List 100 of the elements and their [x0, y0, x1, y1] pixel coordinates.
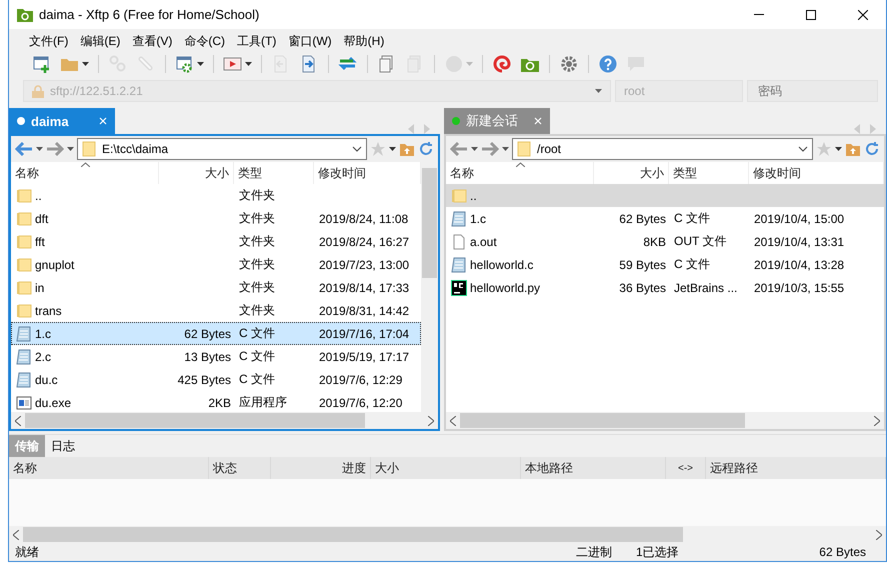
- column-header[interactable]: 类型: [234, 162, 314, 184]
- file-size: 62 Bytes: [184, 326, 231, 340]
- dropdown-icon[interactable]: [67, 147, 74, 151]
- column-header[interactable]: 大小: [159, 162, 234, 184]
- file-row[interactable]: trans 文件夹 2019/8/31, 14:42: [11, 299, 421, 322]
- column-header[interactable]: <->: [666, 457, 706, 479]
- file-row[interactable]: gnuplot 文件夹 2019/7/23, 13:00: [11, 253, 421, 276]
- file-row[interactable]: .. 文件夹: [11, 184, 421, 207]
- app-icon: [17, 8, 33, 22]
- horizontal-scrollbar[interactable]: [11, 412, 438, 429]
- file-name: helloworld.py: [470, 280, 540, 294]
- panel-tab[interactable]: 日志: [45, 435, 81, 457]
- file-row[interactable]: 1.c 62 Bytes C 文件 2019/10/4, 15:00: [446, 207, 884, 230]
- file-icon: [451, 234, 467, 250]
- menu-item[interactable]: 窗口(W): [282, 31, 338, 51]
- menu-item[interactable]: 编辑(E): [74, 31, 126, 51]
- file-type: C 文件: [239, 348, 275, 365]
- pycharm-icon: [451, 280, 467, 296]
- file-row[interactable]: helloworld.py 36 Bytes JetBrains ... 2019/10/3, 15:55: [446, 276, 884, 299]
- modified-date: 2019/7/6, 12:20: [319, 396, 402, 410]
- file-row[interactable]: dft 文件夹 2019/8/24, 11:08: [11, 207, 421, 230]
- dropdown-icon[interactable]: [835, 147, 842, 151]
- column-header[interactable]: 名称: [11, 162, 159, 184]
- file-name: dft: [35, 212, 48, 226]
- file-size: 59 Bytes: [619, 258, 666, 272]
- file-size: 62 Bytes: [619, 212, 666, 226]
- session-tab[interactable]: daima: [9, 108, 115, 134]
- file-name: 1.c: [35, 326, 52, 340]
- file-name: in: [35, 280, 44, 294]
- menu-item[interactable]: 命令(C): [178, 31, 231, 51]
- column-header[interactable]: 状态: [209, 457, 271, 479]
- file-name: ..: [35, 188, 42, 202]
- chevron-down-icon[interactable]: [352, 146, 362, 152]
- horizontal-scrollbar[interactable]: [446, 412, 884, 429]
- dropdown-icon: [197, 62, 204, 66]
- file-size: 36 Bytes: [619, 280, 666, 294]
- dropdown-icon[interactable]: [389, 147, 396, 151]
- menu-item[interactable]: 文件(F): [23, 31, 74, 51]
- dropdown-icon[interactable]: [502, 147, 509, 151]
- file-size: 2KB: [208, 396, 231, 410]
- file-row[interactable]: du.c 425 Bytes C 文件 2019/7/6, 12:29: [11, 368, 421, 391]
- refresh-icon[interactable]: [864, 141, 880, 157]
- scroll-left-icon[interactable]: [450, 416, 456, 426]
- file-type: C 文件: [239, 371, 275, 388]
- back-arrow-icon[interactable]: [15, 142, 33, 156]
- file-type: C 文件: [239, 325, 275, 342]
- path-field[interactable]: /root: [512, 138, 813, 160]
- chevron-down-icon[interactable]: [798, 146, 808, 152]
- file-row[interactable]: du.exe 2KB 应用程序 2019/7/6, 12:20: [11, 391, 421, 412]
- column-header[interactable]: 本地路径: [521, 457, 666, 479]
- file-row[interactable]: fft 文件夹 2019/8/24, 16:27: [11, 230, 421, 253]
- close-icon[interactable]: [99, 117, 107, 125]
- file-row[interactable]: helloworld.c 59 Bytes C 文件 2019/10/4, 13:28: [446, 253, 884, 276]
- scroll-right-icon[interactable]: [428, 416, 434, 426]
- star-icon[interactable]: [816, 141, 832, 157]
- folder-icon: [82, 141, 96, 157]
- status-text: 就绪: [15, 544, 40, 560]
- menu-item[interactable]: 帮助(H): [338, 31, 390, 51]
- file-row[interactable]: a.out 8KB OUT 文件 2019/10/4, 13:31: [446, 230, 884, 253]
- file-name: du.exe: [35, 396, 72, 410]
- refresh-icon[interactable]: [418, 141, 434, 157]
- scroll-left-icon[interactable]: [13, 530, 19, 540]
- modified-date: 2019/10/4, 13:31: [754, 234, 844, 248]
- column-header[interactable]: 进度: [271, 457, 371, 479]
- text-file-icon: [16, 326, 32, 342]
- menu-item[interactable]: 工具(T): [231, 31, 282, 51]
- close-icon[interactable]: [534, 117, 542, 125]
- scroll-right-icon[interactable]: [874, 416, 880, 426]
- file-row[interactable]: in 文件夹 2019/8/14, 17:33: [11, 276, 421, 299]
- folder-icon: [16, 188, 32, 204]
- file-size: 13 Bytes: [184, 350, 231, 364]
- modified-date: 2019/8/24, 11:08: [319, 212, 408, 226]
- lock-icon: [32, 84, 44, 98]
- text-file-icon: [16, 348, 32, 364]
- file-type: C 文件: [674, 256, 710, 273]
- file-row[interactable]: 1.c 62 Bytes C 文件 2019/7/16, 17:04: [11, 322, 421, 345]
- transfer-mode: 二进制: [576, 544, 613, 560]
- file-type: 文件夹: [239, 187, 275, 204]
- password-field[interactable]: 密码: [747, 80, 878, 102]
- selection-count: 1已选择: [636, 544, 680, 560]
- file-type: OUT 文件: [674, 233, 726, 250]
- password-input[interactable]: 密码: [756, 83, 869, 99]
- horizontal-scrollbar[interactable]: [9, 526, 886, 543]
- modified-date: 2019/8/14, 17:33: [319, 280, 410, 294]
- folder-icon: [16, 302, 32, 318]
- file-name: fft: [35, 234, 45, 248]
- dropdown-icon[interactable]: [471, 147, 478, 151]
- menu-item[interactable]: 查看(V): [126, 31, 178, 51]
- column-header[interactable]: 名称: [9, 457, 209, 479]
- column-header[interactable]: 大小: [371, 457, 521, 479]
- scroll-right-icon[interactable]: [876, 530, 882, 540]
- file-row[interactable]: ..: [446, 184, 884, 207]
- path-field[interactable]: E:\tcc\daima: [77, 138, 367, 160]
- file-name: helloworld.c: [470, 258, 534, 272]
- file-row[interactable]: 2.c 13 Bytes C 文件 2019/5/19, 17:17: [11, 345, 421, 368]
- selection-size: 62 Bytes: [818, 545, 866, 559]
- scroll-left-icon[interactable]: [15, 416, 21, 426]
- star-icon[interactable]: [370, 141, 386, 157]
- column-header[interactable]: 远程路径: [706, 457, 886, 479]
- dropdown-icon[interactable]: [36, 147, 43, 151]
